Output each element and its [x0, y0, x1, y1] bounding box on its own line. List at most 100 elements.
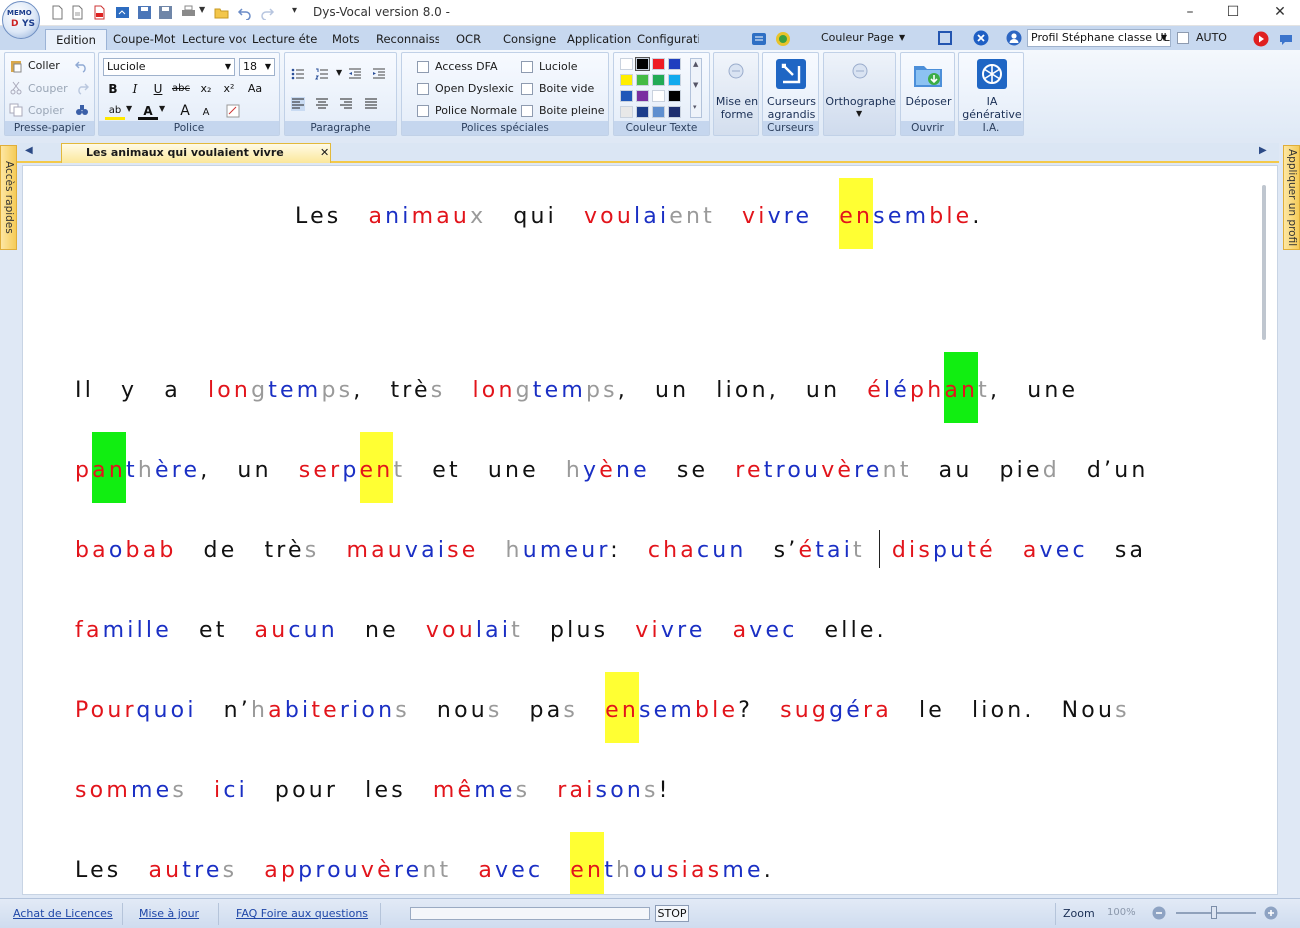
police-normale-checkbox[interactable] — [417, 105, 429, 117]
bold-button[interactable]: B — [103, 80, 123, 98]
bullet-list-icon[interactable] — [291, 67, 305, 81]
swatch-down-icon[interactable]: ▼ — [693, 81, 698, 89]
color-swatch[interactable] — [668, 106, 681, 118]
folder-icon[interactable] — [214, 5, 229, 20]
strikethrough-button[interactable]: abc — [171, 80, 191, 98]
faq-link[interactable]: FAQ Foire aux questions — [236, 907, 368, 920]
swatch-more-icon[interactable]: ▾ — [693, 103, 697, 111]
font-size-select[interactable]: 18 ▼ — [239, 58, 275, 76]
mise-a-jour-link[interactable]: Mise à jour — [139, 907, 199, 920]
shrink-font-button[interactable]: A — [196, 104, 216, 122]
color-swatch[interactable] — [652, 90, 665, 102]
tab-applications[interactable]: Applications — [567, 29, 631, 50]
acces-rapides-panel[interactable]: Accès rapides — [0, 145, 17, 250]
appliquer-profil-panel[interactable]: Appliquer un profil — [1283, 145, 1300, 250]
increase-indent-icon[interactable] — [372, 67, 386, 81]
theme-icon[interactable] — [775, 31, 791, 47]
subscript-button[interactable]: x₂ — [196, 80, 216, 98]
app-logo[interactable]: MEMO D YS — [2, 1, 40, 39]
fullscreen-icon[interactable] — [937, 30, 953, 46]
copier-button[interactable]: Copier — [28, 104, 64, 117]
user-profile-icon[interactable] — [1006, 30, 1022, 46]
undo-icon[interactable] — [237, 5, 252, 20]
color-swatch[interactable] — [652, 74, 665, 86]
open-dyslexic-checkbox[interactable] — [417, 83, 429, 95]
orthographe-button[interactable]: Orthographe — [824, 95, 897, 108]
color-swatch[interactable] — [635, 57, 650, 71]
zoom-out-icon[interactable] — [1152, 906, 1166, 920]
numbered-list-dropdown-icon[interactable]: ▼ — [336, 68, 342, 77]
couleur-page-menu[interactable]: Couleur Page — [821, 30, 894, 46]
numbered-list-icon[interactable] — [315, 67, 329, 81]
redo-icon[interactable] — [260, 5, 275, 20]
new-document-icon[interactable] — [50, 5, 65, 20]
color-swatch[interactable] — [668, 74, 681, 86]
align-center-icon[interactable] — [315, 97, 329, 111]
copy-icon[interactable] — [9, 103, 23, 117]
zoom-in-icon[interactable] — [1264, 906, 1278, 920]
close-window-icon[interactable]: ✕ — [1270, 3, 1290, 21]
find-icon[interactable] — [75, 103, 89, 117]
undo-small-icon[interactable] — [75, 59, 89, 73]
grow-font-button[interactable]: A — [175, 102, 195, 120]
tab-reconnaissance[interactable]: Reconnaiss — [376, 29, 439, 50]
italic-button[interactable]: I — [125, 80, 145, 98]
tab-edition[interactable]: Edition — [45, 29, 107, 50]
tab-configuration[interactable]: Configuratio — [637, 29, 699, 50]
curseurs-agrandis-button[interactable]: Curseurs agrandis — [763, 95, 820, 121]
superscript-button[interactable]: x² — [219, 80, 239, 98]
orthographe-dropdown-icon[interactable]: ▼ — [856, 109, 862, 118]
redo-small-icon[interactable] — [75, 81, 89, 95]
print-dropdown-icon[interactable]: ▼ — [199, 5, 214, 20]
stop-button[interactable]: STOP — [655, 905, 689, 922]
color-swatch[interactable] — [652, 106, 665, 118]
swatch-up-icon[interactable]: ▲ — [693, 60, 698, 68]
document-tab[interactable]: Les animaux qui voulaient vivre ensemble… — [61, 143, 331, 177]
customize-toolbar-icon[interactable]: ▾ — [292, 5, 307, 20]
color-swatch[interactable] — [652, 58, 665, 70]
color-swatch[interactable] — [620, 58, 633, 70]
boite-pleine-checkbox[interactable] — [521, 105, 533, 117]
achat-licences-link[interactable]: Achat de Licences — [13, 907, 113, 920]
color-swatch[interactable] — [668, 58, 681, 70]
tab-ocr[interactable]: OCR — [456, 29, 486, 50]
ia-generative-button[interactable]: IA générative — [959, 95, 1025, 121]
save-all-icon[interactable] — [158, 5, 173, 20]
swatch-scroll[interactable]: ▲ ▼ ▾ — [690, 58, 702, 118]
minimize-icon[interactable]: – — [1180, 3, 1200, 21]
pdf-icon[interactable] — [92, 5, 107, 20]
align-right-icon[interactable] — [339, 97, 353, 111]
highlight-dropdown-icon[interactable]: ▼ — [126, 104, 132, 113]
color-swatch[interactable] — [636, 90, 649, 102]
zoom-slider-thumb[interactable] — [1211, 906, 1217, 919]
close-tab-icon[interactable]: ✕ — [320, 144, 329, 162]
mise-en-forme-button[interactable]: Mise en forme — [714, 95, 760, 121]
save-icon[interactable] — [137, 5, 152, 20]
cut-icon[interactable] — [9, 81, 23, 95]
tab-lecture-etendue[interactable]: Lecture éten — [252, 29, 318, 50]
clear-format-icon[interactable] — [226, 104, 240, 118]
deposer-button[interactable]: Déposer — [901, 95, 956, 108]
boite-vide-checkbox[interactable] — [521, 83, 533, 95]
align-left-icon[interactable] — [291, 97, 305, 111]
access-dfa-checkbox[interactable] — [417, 61, 429, 73]
play-icon[interactable] — [1253, 31, 1269, 47]
memo-icon[interactable] — [115, 5, 130, 20]
underline-button[interactable]: U — [148, 80, 168, 98]
couper-button[interactable]: Couper — [28, 82, 68, 95]
tab-lecture-vocale[interactable]: Lecture voca — [182, 29, 246, 50]
coller-button[interactable]: Coller — [28, 59, 60, 72]
open-document-icon[interactable] — [70, 5, 85, 20]
font-color-button[interactable]: A — [138, 102, 158, 120]
print-icon[interactable] — [181, 5, 196, 20]
font-color-dropdown-icon[interactable]: ▼ — [159, 104, 165, 113]
luciole-checkbox[interactable] — [521, 61, 533, 73]
auto-checkbox[interactable] — [1177, 32, 1189, 44]
tab-scroll-left-icon[interactable]: ◀ — [25, 145, 33, 156]
close-circle-icon[interactable] — [973, 30, 989, 46]
tab-consigne[interactable]: Consigne — [503, 29, 557, 50]
color-swatch[interactable] — [636, 106, 649, 118]
paste-icon[interactable] — [9, 59, 23, 73]
help-icon[interactable] — [1278, 31, 1294, 47]
change-case-button[interactable]: Aa — [245, 80, 265, 98]
